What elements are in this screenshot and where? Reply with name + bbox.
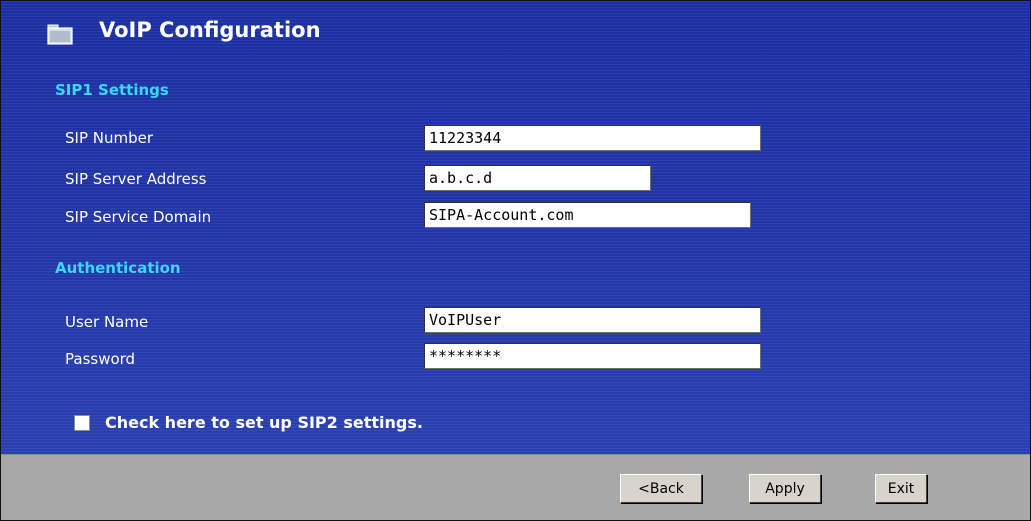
main-panel: VoIP Configuration SIP1 Settings SIP Num… (1, 1, 1030, 454)
sip2-settings-checkbox[interactable] (74, 415, 90, 431)
page-title: VoIP Configuration (99, 18, 321, 42)
sip-number-label: SIP Number (65, 129, 154, 147)
exit-button[interactable]: Exit (875, 474, 927, 503)
user-name-label: User Name (65, 313, 149, 331)
password-input[interactable] (424, 343, 761, 369)
sip-server-address-input[interactable] (424, 165, 651, 191)
button-bar: <Back Apply Exit (1, 454, 1030, 520)
sip-server-address-label: SIP Server Address (65, 170, 207, 188)
back-button[interactable]: <Back (620, 474, 702, 503)
apply-button[interactable]: Apply (749, 474, 821, 503)
folder-icon (47, 24, 73, 45)
section-title-authentication: Authentication (55, 259, 181, 277)
sip-service-domain-label: SIP Service Domain (65, 208, 212, 226)
password-label: Password (65, 350, 136, 368)
voip-configuration-window: VoIP Configuration SIP1 Settings SIP Num… (0, 0, 1031, 521)
sip-service-domain-input[interactable] (424, 202, 751, 228)
user-name-input[interactable] (424, 307, 761, 333)
sip-number-input[interactable] (424, 125, 761, 151)
sip2-settings-label[interactable]: Check here to set up SIP2 settings. (105, 413, 423, 432)
section-title-sip1: SIP1 Settings (55, 81, 169, 99)
